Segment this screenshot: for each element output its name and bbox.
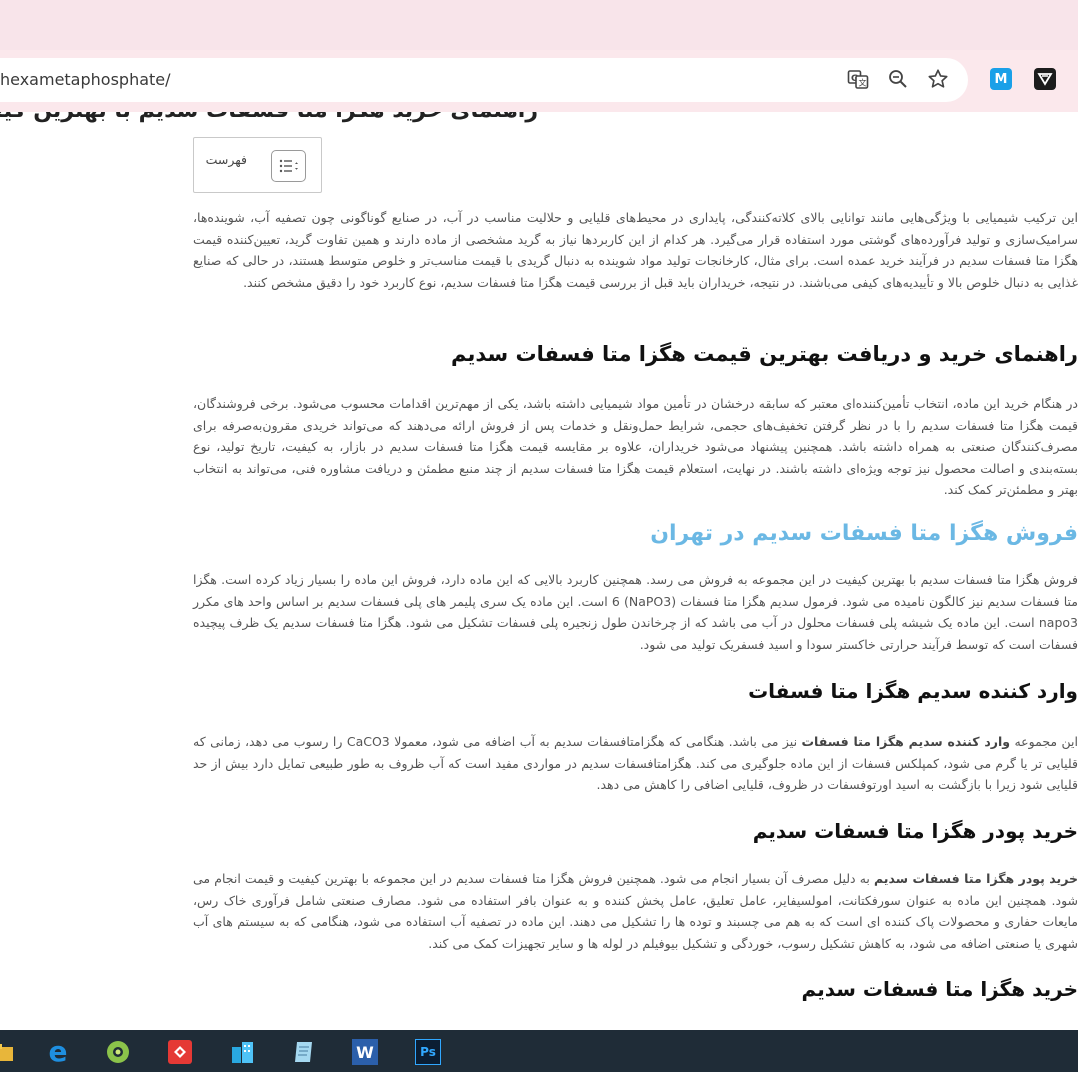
importer-paragraph: این مجموعه وارد کننده سدیم هگزا متا فسفا… — [193, 734, 1078, 792]
powder-paragraph: خرید پودر هگزا متا فسفات سدیم به دلیل مص… — [193, 871, 1078, 951]
heading-importer: وارد کننده سدیم هگزا متا فسفات — [748, 679, 1078, 703]
toc-label: فهرست — [205, 152, 247, 167]
browser-tab-strip — [0, 0, 1078, 50]
heading-buying-guide: راهنمای خرید و دریافت بهترین قیمت هگزا م… — [451, 342, 1078, 366]
windows-taskbar: e W Ps — [0, 1030, 1078, 1072]
sale-tehran-paragraph: فروش هگزا متا فسفات سدیم با بهترین کیفیت… — [193, 572, 1078, 652]
page-content: راهنمای خرید هگزا متا فسفات سدیم با بهتر… — [0, 112, 1078, 1030]
list-icon — [279, 159, 298, 173]
buying-guide-paragraph: در هنگام خرید این ماده، انتخاب تأمین‌کنن… — [193, 396, 1078, 497]
heading-buy: خرید هگزا متا فسفات سدیم — [801, 977, 1078, 1001]
shield-extension-icon[interactable] — [1034, 68, 1056, 90]
taskbar-app-green-icon[interactable] — [105, 1039, 131, 1065]
taskbar-notepad-icon[interactable] — [291, 1039, 317, 1065]
address-bar-url[interactable]: hexametaphosphate/ — [0, 70, 171, 89]
importer-bold-phrase: وارد کننده سدیم هگزا متا فسفات — [801, 734, 1011, 749]
taskbar-buildings-icon[interactable] — [230, 1039, 256, 1065]
partially-scrolled-heading: راهنمای خرید هگزا متا فسفات سدیم با بهتر… — [0, 112, 538, 123]
taskbar-edge-icon[interactable]: e — [45, 1038, 71, 1066]
heading-sale-tehran[interactable]: فروش هگزا متا فسفات سدیم در تهران — [650, 521, 1078, 546]
toc-toggle-button[interactable] — [271, 150, 306, 182]
svg-text:文: 文 — [859, 78, 867, 88]
powder-bold-phrase: خرید پودر هگزا متا فسفات سدیم — [874, 871, 1078, 886]
zoom-icon[interactable] — [885, 66, 911, 92]
taskbar-photoshop-icon[interactable]: Ps — [415, 1039, 441, 1065]
m-extension-icon[interactable]: M — [990, 68, 1012, 90]
heading-powder: خرید پودر هگزا متا فسفات سدیم — [752, 819, 1078, 843]
taskbar-folder-icon[interactable] — [0, 1039, 16, 1065]
table-of-contents: فهرست — [193, 137, 322, 193]
intro-paragraph: این ترکیب شیمیایی با ویژگی‌هایی مانند تو… — [193, 210, 1078, 290]
translate-icon[interactable]: G文 — [845, 66, 871, 92]
taskbar-word-icon[interactable]: W — [352, 1039, 378, 1065]
bookmark-star-icon[interactable] — [925, 66, 951, 92]
taskbar-anydesk-icon[interactable] — [167, 1039, 193, 1065]
